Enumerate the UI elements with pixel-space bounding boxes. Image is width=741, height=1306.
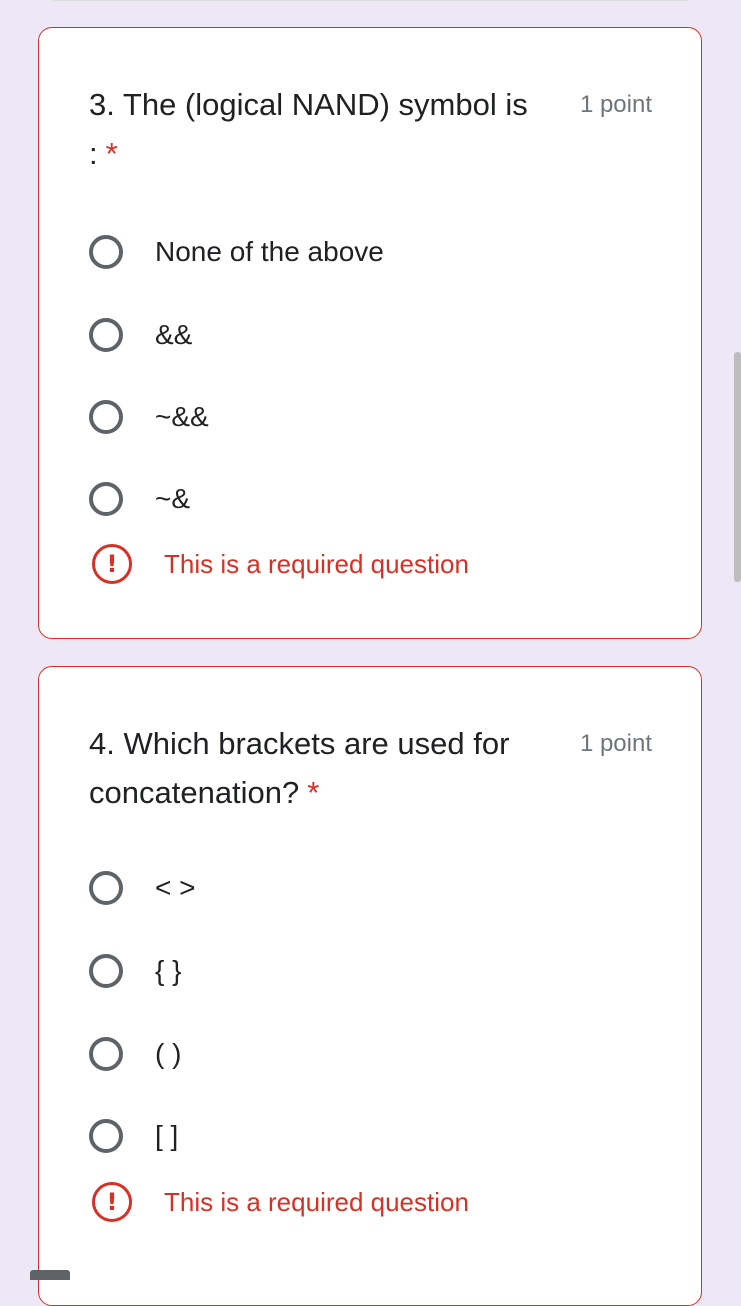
radio-button[interactable] (89, 1037, 123, 1071)
option-label: None of the above (155, 236, 384, 267)
option-curly-brackets[interactable]: { } (89, 950, 181, 992)
question-card-3: 3. The (logical NAND) symbol is : * 1 poi… (38, 27, 702, 639)
option-label: ~&& (155, 401, 209, 432)
option-label: ( ) (155, 1038, 182, 1069)
question-title: 3. The (logical NAND) symbol is : * (89, 80, 559, 178)
option-double-ampersand[interactable]: && (89, 314, 192, 356)
radio-button[interactable] (89, 400, 123, 434)
question-title-text: 3. The (logical NAND) symbol is : (89, 87, 528, 171)
option-square-brackets[interactable]: [ ] (89, 1115, 178, 1157)
required-asterisk: * (105, 136, 118, 171)
option-parentheses[interactable]: ( ) (89, 1033, 181, 1075)
question-title: 4. Which brackets are used for concatena… (89, 719, 559, 817)
option-label: { } (155, 955, 182, 986)
required-asterisk: * (307, 775, 320, 810)
option-angle-brackets[interactable]: < > (89, 867, 195, 909)
previous-card-edge (46, 0, 695, 1)
question-card-4: 4. Which brackets are used for concatena… (38, 666, 702, 1306)
error-text: This is a required question (164, 1186, 469, 1217)
option-tilde-ampersand[interactable]: ~& (89, 478, 190, 520)
option-none-of-the-above[interactable]: None of the above (89, 231, 384, 273)
error-text: This is a required question (164, 548, 469, 579)
radio-button[interactable] (89, 318, 123, 352)
question-points: 1 point (579, 730, 652, 757)
required-error-message: ! This is a required question (92, 544, 469, 584)
question-points: 1 point (579, 91, 652, 118)
option-label: && (155, 319, 193, 350)
option-label: < > (155, 872, 196, 903)
radio-button[interactable] (89, 871, 123, 905)
option-label: [ ] (155, 1120, 179, 1151)
radio-button[interactable] (89, 235, 123, 269)
exclamation-circle-icon: ! (92, 1182, 132, 1222)
radio-button[interactable] (89, 954, 123, 988)
radio-button[interactable] (89, 1119, 123, 1153)
required-error-message: ! This is a required question (92, 1182, 469, 1222)
scrollbar-thumb[interactable] (734, 352, 741, 582)
option-tilde-double-ampersand[interactable]: ~&& (89, 396, 209, 438)
radio-button[interactable] (89, 482, 123, 516)
bottom-corner-tab (30, 1270, 70, 1280)
question-title-text: 4. Which brackets are used for concatena… (89, 726, 510, 810)
option-label: ~& (155, 483, 191, 514)
exclamation-circle-icon: ! (92, 544, 132, 584)
